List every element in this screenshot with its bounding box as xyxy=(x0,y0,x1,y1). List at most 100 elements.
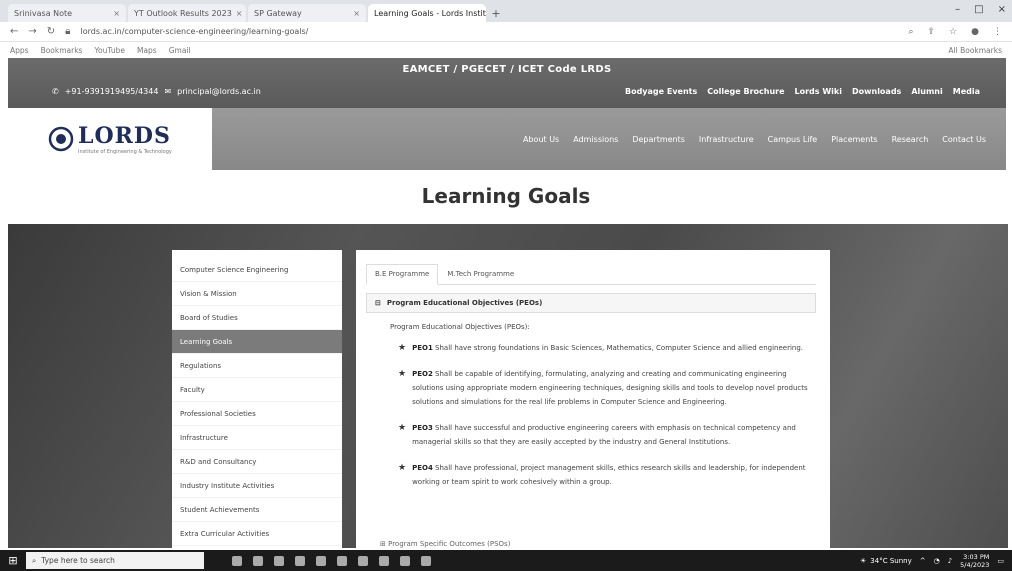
reload-icon[interactable]: ↻ xyxy=(47,26,55,37)
peo-text: PEO3 Shall have successful and productiv… xyxy=(412,421,810,449)
nav-research[interactable]: Research xyxy=(892,135,929,144)
nav-contact-us[interactable]: Contact Us xyxy=(942,135,986,144)
store-icon[interactable] xyxy=(316,555,326,566)
emblem-icon xyxy=(48,126,74,152)
share-icon[interactable]: ⇪ xyxy=(928,27,936,37)
app-icon[interactable] xyxy=(421,555,431,566)
sidebar-item[interactable]: Vision & Mission xyxy=(172,282,342,306)
close-window-button[interactable]: × xyxy=(998,4,1006,15)
sidebar-item[interactable]: Extra Curricular Activities xyxy=(172,522,342,546)
accordion-title: Program Educational Objectives (PEOs) xyxy=(386,299,543,307)
peo-item: ★ PEO2 Shall be capable of identifying, f… xyxy=(398,367,810,409)
peo-text: PEO1 Shall have strong foundations in Ba… xyxy=(412,341,803,355)
main-navigation: About Us Admissions Departments Infrastr… xyxy=(212,108,1006,170)
taskbar-search[interactable]: ⌕ Type here to search xyxy=(26,552,204,569)
maximize-button[interactable]: □ xyxy=(974,4,983,15)
accordion-psos-header[interactable]: ⊞ Program Specific Outcomes (PSOs) xyxy=(380,540,510,548)
sidebar-item[interactable]: Professional Societies xyxy=(172,402,342,426)
star-icon: ★ xyxy=(398,423,407,433)
department-sidebar: Computer Science Engineering Vision & Mis… xyxy=(172,250,342,570)
bookmark-item[interactable]: Apps xyxy=(10,46,29,55)
bookmark-item[interactable]: Gmail xyxy=(169,46,191,55)
menu-icon[interactable]: ⋮ xyxy=(993,27,1002,37)
sidebar-item[interactable]: R&D and Consultancy xyxy=(172,450,342,474)
clock-time: 3:03 PM xyxy=(963,552,990,561)
bookmark-item[interactable]: Bookmarks xyxy=(41,46,83,55)
nav-departments[interactable]: Departments xyxy=(632,135,685,144)
forward-icon[interactable]: → xyxy=(28,26,36,37)
tray-chevron-icon[interactable]: ^ xyxy=(920,557,926,565)
browser-tab[interactable]: YT Outlook Results 2023 × xyxy=(128,4,246,22)
nav-campus-life[interactable]: Campus Life xyxy=(768,135,818,144)
mail-app-icon[interactable] xyxy=(337,555,347,566)
mail-icon: ✉ xyxy=(164,87,172,96)
bookmark-item[interactable]: Maps xyxy=(137,46,157,55)
network-icon[interactable]: ◔ xyxy=(934,557,940,565)
new-tab-button[interactable]: + xyxy=(488,6,504,22)
notification-icon[interactable]: ▭ xyxy=(997,557,1004,565)
quick-link[interactable]: Alumni xyxy=(911,87,942,96)
minimize-button[interactable]: – xyxy=(955,4,960,15)
contact-info: ✆ +91-9391919495/4344 ✉ principal@lords.… xyxy=(52,87,261,96)
browser-tab-active[interactable]: Learning Goals - Lords Institute× xyxy=(368,4,486,22)
browser-tab[interactable]: Srinivasa Note × xyxy=(8,4,126,22)
browser-tab[interactable]: SP Gateway × xyxy=(248,4,366,22)
sidebar-item[interactable]: Board of Studies xyxy=(172,306,342,330)
search-icon: ⌕ xyxy=(32,555,37,565)
peo-list: ★ PEO1 Shall have strong foundations in B… xyxy=(366,341,816,489)
programme-tabs: B.E Programme M.Tech Programme xyxy=(366,264,816,285)
tab-be-programme[interactable]: B.E Programme xyxy=(366,264,439,285)
close-icon[interactable]: × xyxy=(113,9,120,18)
windows-start-icon[interactable]: ⊞ xyxy=(0,550,26,571)
sidebar-item[interactable]: Learning Goals xyxy=(172,330,342,354)
collapse-icon: ⊟ xyxy=(375,299,381,307)
admission-code-banner: EAMCET / PGECET / ICET Code LRDS xyxy=(402,64,612,75)
star-icon[interactable]: ☆ xyxy=(949,27,957,37)
app-icon[interactable] xyxy=(358,555,368,566)
nav-placements[interactable]: Placements xyxy=(831,135,877,144)
site-top-band: EAMCET / PGECET / ICET Code LRDS ✆ +91-9… xyxy=(8,58,1006,108)
peo-description: Shall be capable of identifying, formula… xyxy=(412,370,808,406)
sidebar-item[interactable]: Faculty xyxy=(172,378,342,402)
quick-link[interactable]: Media xyxy=(953,87,980,96)
close-icon[interactable]: × xyxy=(236,9,243,18)
clock[interactable]: 3:03 PM 5/4/2023 xyxy=(960,553,989,569)
quick-link[interactable]: Downloads xyxy=(852,87,901,96)
search-icon[interactable]: ⌕ xyxy=(908,27,913,37)
sidebar-item[interactable]: Regulations xyxy=(172,354,342,378)
close-icon[interactable]: × xyxy=(353,9,360,18)
system-tray: ☀ 34°C Sunny ^ ◔ ♪ 3:03 PM 5/4/2023 ▭ xyxy=(860,553,1012,569)
bookmark-item[interactable]: YouTube xyxy=(94,46,125,55)
nav-infrastructure[interactable]: Infrastructure xyxy=(699,135,754,144)
task-view-icon[interactable] xyxy=(232,555,242,566)
nav-about-us[interactable]: About Us xyxy=(523,135,559,144)
site-logo[interactable]: LORDS Institute of Engineering & Technol… xyxy=(8,108,212,170)
edge-icon[interactable] xyxy=(253,555,263,566)
quick-link[interactable]: College Brochure xyxy=(707,87,784,96)
email-link[interactable]: principal@lords.ac.in xyxy=(177,87,261,96)
volume-icon[interactable]: ♪ xyxy=(948,557,952,565)
url-input[interactable]: lords.ac.in/computer-science-engineering… xyxy=(81,27,411,36)
sidebar-item[interactable]: Computer Science Engineering xyxy=(172,258,342,282)
quick-link[interactable]: Bodyage Events xyxy=(625,87,697,96)
chrome-icon[interactable] xyxy=(274,555,284,566)
peo-text: PEO2 Shall be capable of identifying, fo… xyxy=(412,367,810,409)
phone-number[interactable]: +91-9391919495/4344 xyxy=(65,87,159,96)
app-icon[interactable] xyxy=(379,555,389,566)
clock-date: 5/4/2023 xyxy=(960,560,990,569)
back-icon[interactable]: ← xyxy=(10,26,18,37)
weather-widget[interactable]: ☀ 34°C Sunny xyxy=(860,557,912,565)
sidebar-item[interactable]: Student Achievements xyxy=(172,498,342,522)
all-bookmarks[interactable]: All Bookmarks xyxy=(948,46,1002,55)
quick-link[interactable]: Lords Wiki xyxy=(795,87,842,96)
file-explorer-icon[interactable] xyxy=(295,555,305,566)
profile-icon[interactable]: ● xyxy=(971,27,979,37)
accordion-peos-header[interactable]: ⊟ Program Educational Objectives (PEOs) xyxy=(366,293,816,313)
tab-mtech-programme[interactable]: M.Tech Programme xyxy=(438,264,523,284)
phone-icon: ✆ xyxy=(52,87,59,96)
app-icon[interactable] xyxy=(400,555,410,566)
nav-admissions[interactable]: Admissions xyxy=(573,135,618,144)
tab-label: YT Outlook Results 2023 xyxy=(134,8,232,18)
sidebar-item[interactable]: Industry Institute Activities xyxy=(172,474,342,498)
sidebar-item[interactable]: Infrastructure xyxy=(172,426,342,450)
